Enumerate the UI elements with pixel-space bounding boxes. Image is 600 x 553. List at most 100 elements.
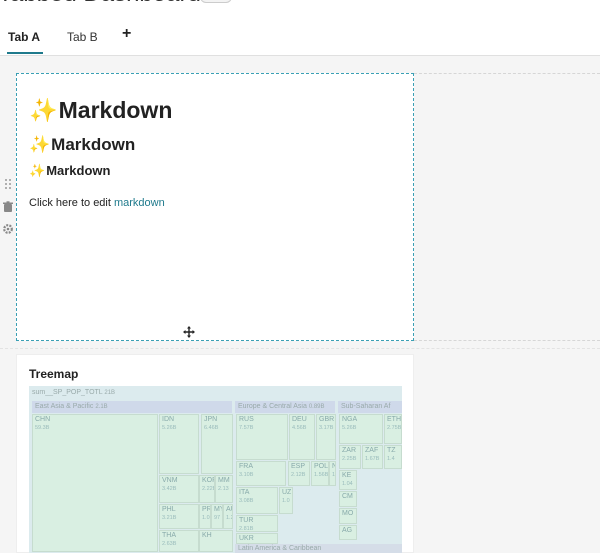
treemap-region-sub-saharan[interactable]: Sub-Saharan Af xyxy=(338,401,402,413)
cell-value: 6.46B xyxy=(204,425,219,431)
cell-name: CM xyxy=(342,493,353,500)
treemap-cell-fra[interactable]: FRA 3.10B xyxy=(236,461,286,486)
cell-name: KOR xyxy=(202,477,214,484)
cell-name: ITA xyxy=(239,489,250,496)
treemap-cell-kor[interactable]: KOR 2.22B xyxy=(199,475,215,503)
region-name: Sub-Saharan Af xyxy=(341,403,391,410)
markdown-link[interactable]: markdown xyxy=(114,197,165,209)
cell-name: KE xyxy=(342,472,352,479)
cell-value: 1.0 xyxy=(282,498,290,504)
treemap-cell-ag[interactable]: AG xyxy=(339,525,357,540)
cell-value: 1.4 xyxy=(387,456,395,462)
treemap-region-east-asia[interactable]: East Asia & Pacific 2.1B xyxy=(32,401,232,413)
cell-name: MM xyxy=(218,477,230,484)
cell-value: 2.75B xyxy=(387,425,402,431)
treemap-region-latin-america[interactable]: Latin America & Caribbean xyxy=(235,544,402,553)
tab-a[interactable]: Tab A xyxy=(8,30,40,44)
treemap-cell-uz[interactable]: UZ 1.0 xyxy=(279,487,293,514)
treemap-cell-ke[interactable]: KE 1.04 xyxy=(339,470,357,490)
treemap-cell-vnm[interactable]: VNM 3.42B xyxy=(159,475,199,503)
treemap-cell-mo[interactable]: MO xyxy=(339,508,357,524)
cell-name: FRA xyxy=(239,463,253,470)
treemap-cell-my[interactable]: MY 97 xyxy=(211,504,223,529)
treemap-root-label: sum__SP_POP_TOTL 21B xyxy=(29,386,402,400)
treemap-cell-cm[interactable]: CM xyxy=(339,491,357,507)
treemap-cell-zaf[interactable]: ZAF 1.67B xyxy=(362,445,383,469)
treemap-cell-nga[interactable]: NGA 5.26B xyxy=(339,414,383,444)
tab-b[interactable]: Tab B xyxy=(67,30,98,44)
edit-dashboard-pill[interactable] xyxy=(200,0,232,3)
cell-name: KH xyxy=(202,532,212,539)
cell-name: DEU xyxy=(292,416,307,423)
cell-name: NL xyxy=(332,463,335,470)
cell-value: 2.25B xyxy=(342,456,357,462)
sparkle-icon: ✨ xyxy=(29,97,58,123)
cell-name: ETH xyxy=(387,416,401,423)
treemap-region-europe[interactable]: Europe & Central Asia 0.89B xyxy=(235,401,335,413)
treemap-chart[interactable]: sum__SP_POP_TOTL 21B East Asia & Pacific… xyxy=(29,386,402,553)
treemap-cell-deu[interactable]: DEU 4.56B xyxy=(289,414,315,460)
treemap-cell-gbr[interactable]: GBR 3.17B xyxy=(316,414,336,460)
cell-value: 7.57B xyxy=(239,425,254,431)
cell-name: JPN xyxy=(204,416,218,423)
empty-drop-zone xyxy=(414,73,600,341)
markdown-heading-2: ✨Markdown xyxy=(29,135,135,155)
treemap-cell-mm[interactable]: MM 2.13 xyxy=(215,475,233,503)
treemap-cell-ukr[interactable]: UKR2.55B xyxy=(236,533,278,544)
treemap-cell-jpn[interactable]: JPN 6.46B xyxy=(201,414,233,474)
treemap-cell-ita[interactable]: ITA 3.08B xyxy=(236,487,278,514)
cell-value: 1.67B xyxy=(365,456,380,462)
cell-name: CHN xyxy=(35,416,51,423)
treemap-cell-idn[interactable]: IDN 5.26B xyxy=(159,414,199,474)
markdown-body-text: Click here to edit xyxy=(29,197,114,209)
gear-icon[interactable] xyxy=(2,223,14,235)
cell-name: ZAF xyxy=(365,447,379,454)
treemap-cell-eth[interactable]: ETH 2.75B xyxy=(384,414,402,444)
cell-value: 2.81B xyxy=(239,526,254,532)
region-name: Europe & Central Asia xyxy=(238,403,307,410)
treemap-cell-pr[interactable]: PR 1.0 xyxy=(199,504,211,529)
cell-value: 2.22B xyxy=(202,486,215,492)
cell-value: 97 xyxy=(214,515,221,521)
treemap-cell-chn[interactable]: CHN 59.3B xyxy=(32,414,158,552)
add-tab-button[interactable]: + xyxy=(122,25,131,43)
cell-name: MO xyxy=(342,510,354,517)
region-value: 2.1B xyxy=(95,404,108,410)
treemap-title: Treemap xyxy=(29,367,79,381)
treemap-cell-zar[interactable]: ZAR 2.25B xyxy=(339,445,361,469)
treemap-cell-pol[interactable]: POL 1.56B xyxy=(311,461,329,486)
treemap-cell-au[interactable]: AU 1.2 xyxy=(223,504,233,529)
sparkle-icon: ✨ xyxy=(29,163,46,178)
treemap-cell-tha[interactable]: THA 2.63B xyxy=(159,530,199,552)
treemap-cell-rus[interactable]: RUS 7.57B xyxy=(236,414,288,460)
cell-value: 2.12B xyxy=(291,472,306,478)
sparkle-icon: ✨ xyxy=(29,135,51,154)
dashboard-header: Tabbed Dashboard xyxy=(0,0,600,8)
region-value: 0.89B xyxy=(308,404,325,410)
heading-3-text: Markdown xyxy=(46,163,111,178)
drag-handle-icon[interactable] xyxy=(2,178,14,190)
treemap-cell-tz[interactable]: TZ 1.4 xyxy=(384,445,402,469)
markdown-heading-1: ✨Markdown xyxy=(29,97,172,124)
treemap-cell-phl[interactable]: PHL 3.21B xyxy=(159,504,199,529)
cell-value: 3.10B xyxy=(239,472,254,478)
treemap-root-value: 21B xyxy=(104,390,116,396)
cell-value: 1.0 xyxy=(332,472,336,478)
cell-name: NGA xyxy=(342,416,358,423)
cell-name: AU xyxy=(226,506,232,513)
markdown-body: Click here to edit markdown xyxy=(29,197,165,209)
treemap-cell-tur[interactable]: TUR 2.81B xyxy=(236,515,278,532)
cell-value: 5.26B xyxy=(162,425,177,431)
region-name: Latin America & Caribbean xyxy=(238,545,322,552)
treemap-cell-esp[interactable]: ESP 2.12B xyxy=(288,461,310,486)
move-icon[interactable] xyxy=(183,326,195,338)
cell-value: 3.42B xyxy=(162,486,177,492)
cell-value: 1.56B xyxy=(314,472,329,478)
cell-name: ZAR xyxy=(342,447,356,454)
treemap-cell-nl[interactable]: NL 1.0 xyxy=(329,461,336,486)
treemap-cell-kh[interactable]: KH xyxy=(199,530,233,552)
cell-name: RUS xyxy=(239,416,254,423)
treemap-root-name: sum__SP_POP_TOTL xyxy=(32,389,103,396)
markdown-component[interactable]: ✨Markdown ✨Markdown ✨Markdown Click here… xyxy=(16,73,414,341)
trash-icon[interactable] xyxy=(2,201,14,213)
